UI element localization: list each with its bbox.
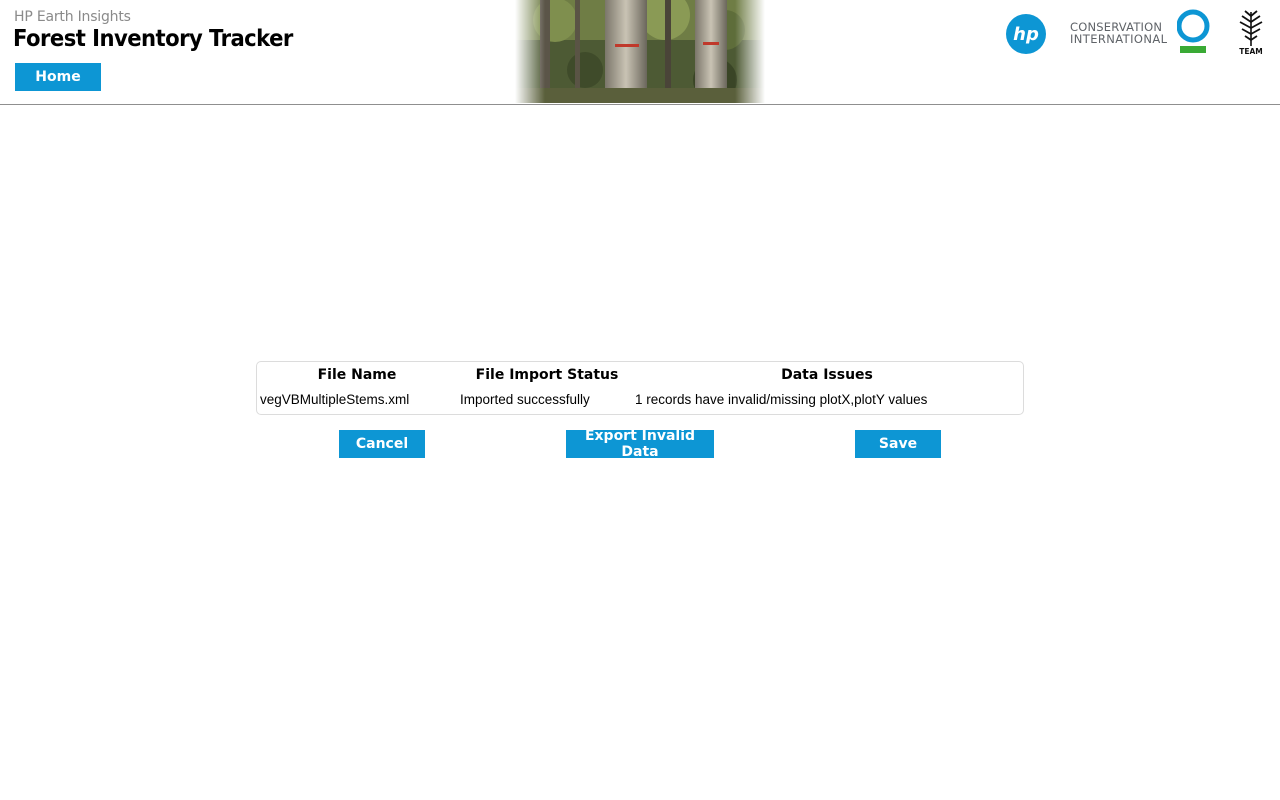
row-import-status: Imported successfully [460,392,590,407]
team-logo: TEAM [1234,8,1268,56]
team-logo-text: TEAM [1239,47,1263,56]
forest-banner-image [515,0,765,103]
ci-logo-line2: INTERNATIONAL [1070,32,1168,46]
save-button[interactable]: Save [855,430,941,458]
app-title: Forest Inventory Tracker [13,26,293,52]
conservation-international-logo: CONSERVATION INTERNATIONAL [1070,8,1215,56]
brand-subtitle: HP Earth Insights [14,9,131,25]
column-header-import-status: File Import Status [475,367,619,383]
row-data-issues: 1 records have invalid/missing plotX,plo… [635,392,928,407]
hp-logo-icon: hp [1006,14,1046,54]
ci-ring-icon [1177,9,1210,53]
app-header: HP Earth Insights Forest Inventory Track… [0,0,1280,105]
forest-banner-illustration [515,0,765,103]
column-header-file-name: File Name [317,367,397,383]
hp-logo: hp [1005,13,1047,55]
column-header-data-issues: Data Issues [781,367,873,383]
row-file-name: vegVBMultipleStems.xml [260,392,410,407]
home-button[interactable]: Home [15,63,101,91]
cancel-button[interactable]: Cancel [339,430,425,458]
import-results-table: File Name File Import Status Data Issues… [256,361,1024,415]
export-invalid-data-button[interactable]: Export Invalid Data [566,428,714,460]
team-fern-icon: TEAM [1239,10,1263,56]
hp-logo-text: hp [1013,24,1039,45]
